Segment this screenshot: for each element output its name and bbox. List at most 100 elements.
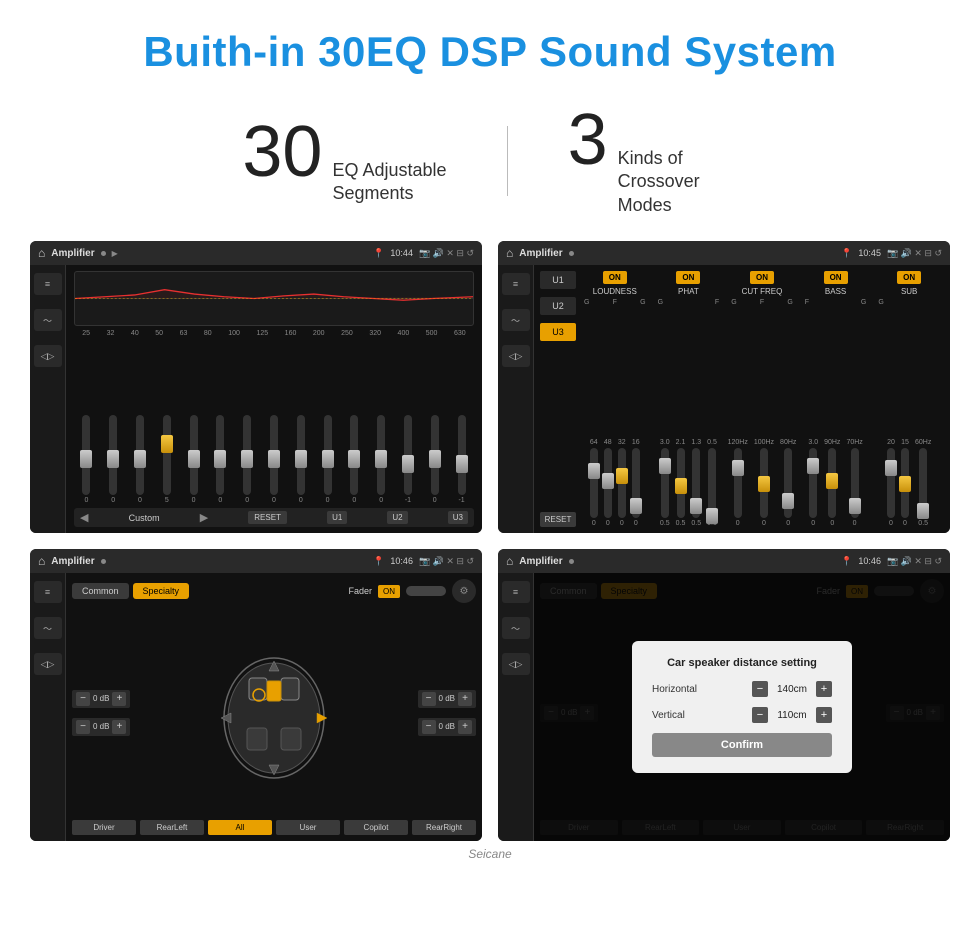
eq-slider-15: -1 xyxy=(449,415,474,504)
rearright-btn[interactable]: RearRight xyxy=(412,820,476,835)
speaker-screen-header: ⌂ Amplifier 📍 10:46 📷 🔊 ✕ ⊟ ↺ xyxy=(30,549,482,573)
fr-db-plus[interactable]: + xyxy=(458,692,472,706)
horizontal-row: Horizontal − 140cm + xyxy=(652,681,832,697)
u2-button[interactable]: U2 xyxy=(387,511,407,524)
settings-icon[interactable]: ⚙ xyxy=(452,579,476,603)
u2-preset[interactable]: U2 xyxy=(540,297,576,315)
rr-db-minus[interactable]: − xyxy=(422,720,436,734)
confirm-button[interactable]: Confirm xyxy=(652,733,832,757)
location-icon: 📍 xyxy=(373,556,384,567)
fl-db-value: 0 dB xyxy=(93,694,109,703)
eq-stat: 30 EQ AdjustableSegments xyxy=(182,116,506,206)
prev-btn[interactable]: ◀ xyxy=(80,511,88,524)
spk-sidebar-btn2[interactable]: 〜 xyxy=(34,617,62,639)
crossover-reset-button[interactable]: RESET xyxy=(540,512,576,527)
fader-toggle[interactable]: ON xyxy=(378,585,400,598)
bass-toggle[interactable]: ON xyxy=(824,271,848,284)
eq-sidebar-btn1[interactable]: ≡ xyxy=(34,273,62,295)
eq-label: EQ AdjustableSegments xyxy=(332,159,446,206)
u3-button[interactable]: U3 xyxy=(448,511,468,524)
common-tab[interactable]: Common xyxy=(72,583,129,599)
cutfreq-band: ON CUT FREQ G F G 120Hz 0 xyxy=(727,271,797,527)
fl-db-plus[interactable]: + xyxy=(112,692,126,706)
vertical-plus[interactable]: + xyxy=(816,707,832,723)
speaker-main: Common Specialty Fader ON ⚙ − xyxy=(66,573,482,841)
all-btn[interactable]: All xyxy=(208,820,272,835)
rl-db-minus[interactable]: − xyxy=(76,720,90,734)
eq-slider-7: 0 xyxy=(235,415,260,504)
fader-slider[interactable] xyxy=(406,586,446,596)
rr-db-value: 0 dB xyxy=(439,722,455,731)
home-icon[interactable]: ⌂ xyxy=(38,246,45,260)
eq-slider-11: 0 xyxy=(342,415,367,504)
eq-slider-14: 0 xyxy=(422,415,447,504)
u1-preset[interactable]: U1 xyxy=(540,271,576,289)
dist-sidebar-btn3[interactable]: ◁▷ xyxy=(502,653,530,675)
phat-name: PHAT xyxy=(678,287,699,296)
rearleft-btn[interactable]: RearLeft xyxy=(140,820,204,835)
crossover-time: 10:45 xyxy=(858,248,881,258)
eq-main: 2532 4050 6380 100125 160200 250320 4005… xyxy=(66,265,482,533)
crossover-screen-header: ⌂ Amplifier 📍 10:45 📷 🔊 ✕ ⊟ ↺ xyxy=(498,241,950,265)
xo-sidebar-btn3[interactable]: ◁▷ xyxy=(502,345,530,367)
speaker-tabs: Common Specialty xyxy=(72,583,189,599)
screens-grid: ⌂ Amplifier ▶ 📍 10:44 📷 🔊 ✕ ⊟ ↺ ≡ 〜 ◁▷ xyxy=(0,241,980,841)
horizontal-minus[interactable]: − xyxy=(752,681,768,697)
vertical-value: 110cm xyxy=(772,710,812,721)
copilot-btn[interactable]: Copilot xyxy=(344,820,408,835)
home-icon[interactable]: ⌂ xyxy=(506,554,513,568)
car-diagram-svg xyxy=(209,643,339,783)
rr-db-plus[interactable]: + xyxy=(458,720,472,734)
speaker-sidebar: ≡ 〜 ◁▷ xyxy=(30,573,66,841)
location-icon: 📍 xyxy=(373,248,384,259)
distance-screen-content: ≡ 〜 ◁▷ Common Specialty Fader ON ⚙ xyxy=(498,573,950,841)
dist-sidebar-btn2[interactable]: 〜 xyxy=(502,617,530,639)
eq-graph xyxy=(74,271,474,326)
crossover-stat: 3 Kinds ofCrossover Modes xyxy=(508,104,798,217)
driver-btn[interactable]: Driver xyxy=(72,820,136,835)
fl-db-minus[interactable]: − xyxy=(76,692,90,706)
fl-db-control: − 0 dB + xyxy=(72,690,130,708)
spk-sidebar-btn1[interactable]: ≡ xyxy=(34,581,62,603)
fr-db-minus[interactable]: − xyxy=(422,692,436,706)
xo-sidebar-btn1[interactable]: ≡ xyxy=(502,273,530,295)
status-dot xyxy=(569,559,574,564)
eq-time: 10:44 xyxy=(390,248,413,258)
xo-sidebar-btn2[interactable]: 〜 xyxy=(502,309,530,331)
next-btn[interactable]: ▶ xyxy=(200,511,208,524)
crossover-sidebar: ≡ 〜 ◁▷ xyxy=(498,265,534,533)
specialty-tab[interactable]: Specialty xyxy=(133,583,190,599)
u3-preset[interactable]: U3 xyxy=(540,323,576,341)
spk-sidebar-btn3[interactable]: ◁▷ xyxy=(34,653,62,675)
eq-sidebar: ≡ 〜 ◁▷ xyxy=(30,265,66,533)
eq-thumb-1 xyxy=(80,450,92,468)
eq-slider-8: 0 xyxy=(262,415,287,504)
dist-sidebar-btn1[interactable]: ≡ xyxy=(502,581,530,603)
cutfreq-toggle[interactable]: ON xyxy=(750,271,774,284)
phat-toggle[interactable]: ON xyxy=(676,271,700,284)
eq-app-name: Amplifier xyxy=(51,248,94,259)
phat-band: ON PHAT G F 3.0 0.5 xyxy=(654,271,724,527)
eq-bottom-row: ◀ Custom ▶ RESET U1 U2 U3 xyxy=(74,508,474,527)
eq-sidebar-btn2[interactable]: 〜 xyxy=(34,309,62,331)
speaker-header-icons: 📷 🔊 ✕ ⊟ ↺ xyxy=(419,556,474,567)
eq-number: 30 xyxy=(242,116,322,188)
reset-button[interactable]: RESET xyxy=(248,511,287,524)
u1-button[interactable]: U1 xyxy=(327,511,347,524)
home-icon[interactable]: ⌂ xyxy=(38,554,45,568)
horizontal-plus[interactable]: + xyxy=(816,681,832,697)
play-icon[interactable]: ▶ xyxy=(112,249,118,258)
vertical-minus[interactable]: − xyxy=(752,707,768,723)
sub-toggle[interactable]: ON xyxy=(897,271,921,284)
rl-db-plus[interactable]: + xyxy=(112,720,126,734)
eq-slider-1: 0 xyxy=(74,415,99,504)
page-title: Buith-in 30EQ DSP Sound System xyxy=(0,0,980,94)
distance-header-icons: 📷 🔊 ✕ ⊟ ↺ xyxy=(887,556,942,567)
home-icon[interactable]: ⌂ xyxy=(506,246,513,260)
eq-sidebar-btn3[interactable]: ◁▷ xyxy=(34,345,62,367)
eq-slider-13: -1 xyxy=(396,415,421,504)
loudness-toggle[interactable]: ON xyxy=(603,271,627,284)
eq-sliders-row: 0 0 0 xyxy=(74,341,474,504)
user-btn[interactable]: User xyxy=(276,820,340,835)
eq-screen-header: ⌂ Amplifier ▶ 📍 10:44 📷 🔊 ✕ ⊟ ↺ xyxy=(30,241,482,265)
